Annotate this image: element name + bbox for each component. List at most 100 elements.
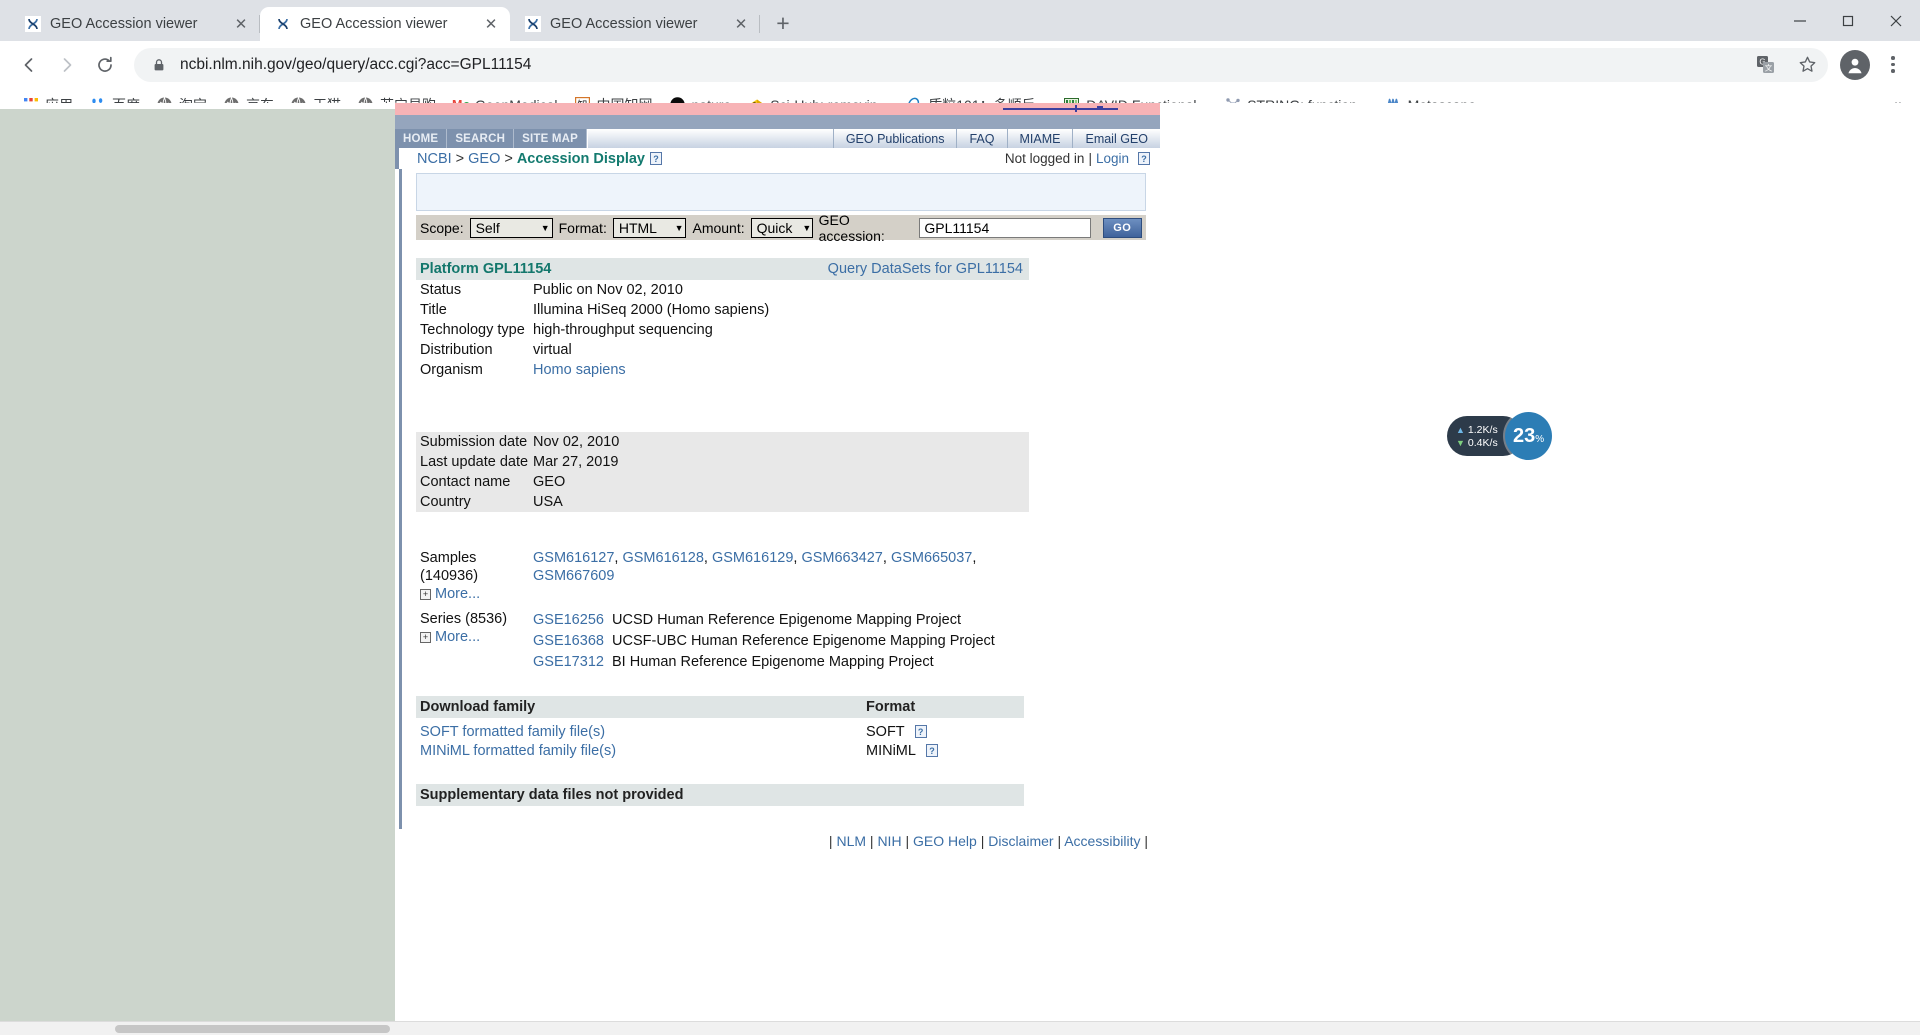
series-row: Series (8536) + More... GSE16256 UCSD Hum… <box>416 604 1029 674</box>
forward-arrow-icon[interactable] <box>50 48 84 82</box>
row-value: Public on Nov 02, 2010 <box>533 282 683 298</box>
login-link[interactable]: Login <box>1096 151 1129 166</box>
breadcrumb-ncbi[interactable]: NCBI <box>417 151 452 167</box>
sample-link[interactable]: GSM616129 <box>712 550 793 566</box>
avatar[interactable] <box>1840 49 1870 80</box>
series-item: GSE17312 BI Human Reference Epigenome Ma… <box>533 652 1029 673</box>
sample-link[interactable]: GSM616128 <box>622 550 703 566</box>
nav-tab-home[interactable]: HOME <box>395 129 448 148</box>
usage-percent-value: 23 <box>1513 425 1536 447</box>
table-row: Submission date Nov 02, 2010 <box>416 432 1029 452</box>
samples-more-button[interactable]: + More... <box>420 585 533 603</box>
query-datasets-link[interactable]: Query DataSets for GPL11154 <box>828 261 1023 277</box>
table-row: Distribution virtual <box>416 340 1029 360</box>
series-link[interactable]: GSE16256 <box>533 612 604 628</box>
go-button[interactable]: GO <box>1102 217 1142 238</box>
footer-link-nih[interactable]: NIH <box>877 833 901 849</box>
supplementary-header: Supplementary data files not provided <box>416 784 1024 806</box>
upload-speed-value: 1.2K/s <box>1467 423 1498 436</box>
footer-link-geo-help[interactable]: GEO Help <box>913 833 977 849</box>
row-key: Status <box>420 282 462 298</box>
nav-link-geo-publications[interactable]: GEO Publications <box>832 129 957 148</box>
accession-form: Scope: Self ▼ Format: HTML ▼ Amount: Qui… <box>416 212 1146 244</box>
help-icon[interactable]: ? <box>649 152 662 165</box>
sample-link[interactable]: GSM667609 <box>533 568 614 584</box>
geo-content: Scope: Self ▼ Format: HTML ▼ Amount: Qui… <box>399 169 1156 829</box>
help-icon[interactable]: ? <box>925 744 938 757</box>
new-tab-button[interactable]: + <box>768 8 798 38</box>
soft-family-link[interactable]: SOFT formatted family file(s) <box>416 724 866 740</box>
table-row: Country USA <box>416 492 1029 512</box>
network-speed-widget[interactable]: ▲ 1.2K/s ▼ 0.4K/s 23 % <box>1447 412 1552 460</box>
amount-label: Amount: <box>692 219 745 236</box>
footer-link-nlm[interactable]: NLM <box>836 833 866 849</box>
series-more-button[interactable]: + More... <box>420 628 533 646</box>
reload-icon[interactable] <box>88 48 122 82</box>
row-value: USA <box>533 494 563 510</box>
samples-values: GSM616127, GSM616128, GSM616129, GSM6634… <box>533 548 1029 604</box>
scope-select[interactable]: Self ▼ <box>469 217 553 238</box>
close-icon[interactable] <box>1872 0 1920 41</box>
sample-link[interactable]: GSM616127 <box>533 550 614 566</box>
amount-select[interactable]: Quick ▼ <box>750 217 813 238</box>
breadcrumb-geo[interactable]: GEO <box>468 151 500 167</box>
browser-tab-2[interactable]: GEO Accession viewer ✕ <box>260 7 510 41</box>
lock-icon <box>150 50 168 80</box>
series-item: GSE16368 UCSF-UBC Human Reference Epigen… <box>533 631 1029 652</box>
footer-tail: | <box>1144 833 1148 849</box>
sample-link[interactable]: GSM665037 <box>891 550 972 566</box>
amount-value: Quick <box>756 219 793 236</box>
row-value: Nov 02, 2010 <box>533 434 620 450</box>
samples-label: Samples <box>420 550 477 566</box>
three-dot-menu-icon[interactable] <box>1878 48 1908 82</box>
close-icon[interactable]: ✕ <box>732 15 750 33</box>
help-icon[interactable]: ? <box>1138 152 1150 165</box>
nav-spacer <box>587 129 833 148</box>
star-icon[interactable] <box>1792 50 1822 80</box>
series-label: Series (8536) <box>420 611 508 627</box>
maximize-icon[interactable] <box>1824 0 1872 41</box>
ncbi-icon <box>524 16 541 33</box>
address-bar[interactable]: ncbi.nlm.nih.gov/geo/query/acc.cgi?acc=G… <box>134 47 1828 82</box>
translate-icon[interactable]: G 文 <box>1750 50 1780 80</box>
sample-link[interactable]: GSM663427 <box>801 550 882 566</box>
series-link[interactable]: GSE16368 <box>533 633 604 649</box>
nav-tab-site-map[interactable]: SITE MAP <box>514 129 587 148</box>
table-row: Contact name GEO <box>416 472 1029 492</box>
series-link[interactable]: GSE17312 <box>533 654 604 670</box>
platform-header: Platform GPL11154 Query DataSets for GPL… <box>416 258 1029 280</box>
login-status-area: Not logged in | Login ? <box>1005 151 1154 166</box>
row-value: virtual <box>533 342 572 358</box>
back-arrow-icon[interactable] <box>12 48 46 82</box>
row-key: Title <box>420 302 447 318</box>
nav-link-email-geo[interactable]: Email GEO <box>1072 129 1160 148</box>
close-icon[interactable]: ✕ <box>482 15 500 33</box>
page-viewport: HOME SEARCH SITE MAP GEO Publications FA… <box>0 103 1920 1035</box>
horizontal-scrollbar-thumb[interactable] <box>115 1025 390 1033</box>
nav-link-faq[interactable]: FAQ <box>956 129 1006 148</box>
nav-link-miame[interactable]: MIAME <box>1006 129 1073 148</box>
row-key: Contact name <box>420 474 511 490</box>
geo-main-nav: HOME SEARCH SITE MAP GEO Publications FA… <box>395 129 1160 148</box>
chevron-down-icon: ▼ <box>540 222 550 233</box>
download-row: SOFT formatted family file(s) SOFT ? <box>416 722 1024 741</box>
organism-link[interactable]: Homo sapiens <box>533 360 1029 380</box>
download-family-section: Download family Format SOFT formatted fa… <box>416 696 1024 760</box>
footer-link-accessibility[interactable]: Accessibility <box>1064 833 1140 849</box>
miniml-family-link[interactable]: MINiML formatted family file(s) <box>416 743 866 759</box>
accession-input[interactable]: GPL11154 <box>919 217 1091 238</box>
nav-tab-search[interactable]: SEARCH <box>447 129 515 148</box>
download-row: MINiML formatted family file(s) MINiML ? <box>416 741 1024 760</box>
minimize-icon[interactable] <box>1776 0 1824 41</box>
series-title: UCSF-UBC Human Reference Epigenome Mappi… <box>612 633 995 649</box>
format-select[interactable]: HTML ▼ <box>612 217 687 238</box>
expand-icon: + <box>420 589 431 600</box>
samples-more-label: More... <box>435 586 481 602</box>
close-icon[interactable]: ✕ <box>232 15 250 33</box>
browser-tab-1[interactable]: GEO Accession viewer ✕ <box>10 7 260 41</box>
browser-tab-3[interactable]: GEO Accession viewer ✕ <box>510 7 760 41</box>
table-row: Technology type high-throughput sequenci… <box>416 320 1029 340</box>
usage-percent-badge[interactable]: 23 % <box>1505 412 1552 460</box>
footer-link-disclaimer[interactable]: Disclaimer <box>988 833 1053 849</box>
help-icon[interactable]: ? <box>914 725 927 738</box>
